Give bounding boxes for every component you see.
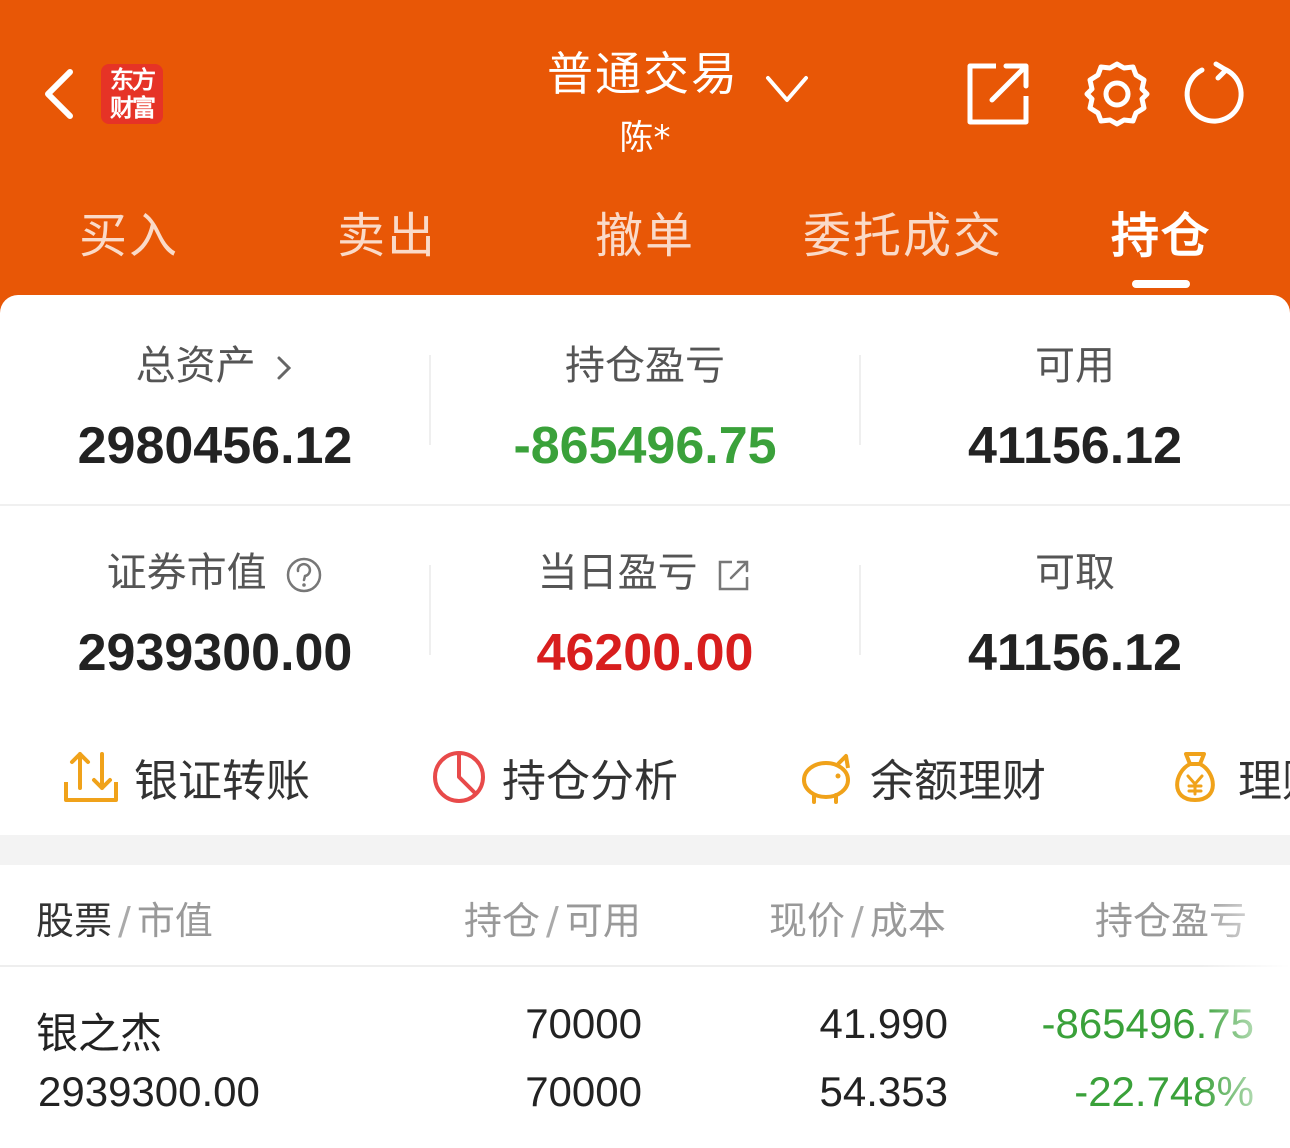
stock-name: 银之杰 — [36, 1009, 163, 1058]
market-value-label: 证券市值 — [106, 550, 267, 596]
market-value-label-row: 证券市值 — [0, 545, 430, 601]
col-header-stock-label: 股票 — [36, 899, 113, 943]
balance-finance-label: 余额理财 — [870, 756, 1046, 807]
tab-positions[interactable]: 持仓 — [1032, 196, 1290, 266]
col-header-cost: 成本 — [869, 899, 946, 943]
divider — [0, 965, 1290, 967]
trade-tabs: 买入 卖出 撤单 委托成交 持仓 — [0, 196, 1290, 266]
stock-price: 41.990 — [819, 1000, 948, 1047]
stock-market-value: 2939300.00 — [38, 1068, 260, 1115]
withdrawable-label: 可取 — [1035, 550, 1115, 596]
chevron-right-icon — [277, 356, 292, 380]
bank-transfer-label: 银证转账 — [134, 756, 310, 807]
tab-sell[interactable]: 卖出 — [258, 196, 516, 266]
tab-orders-trades[interactable]: 委托成交 — [774, 196, 1032, 266]
daily-pl-stat[interactable]: 当日盈亏 46200.00 — [430, 545, 860, 683]
stock-pl: -865496.75 — [1041, 1000, 1254, 1047]
refresh-icon[interactable] — [1176, 58, 1248, 130]
position-pl-label: 持仓盈亏 — [565, 343, 725, 389]
piggy-bank-icon — [802, 754, 850, 804]
daily-pl-label: 当日盈亏 — [537, 550, 698, 596]
col-header-pl: 持仓盈亏 — [1095, 899, 1248, 943]
position-analysis-button[interactable]: 持仓分析 — [430, 745, 678, 809]
pie-chart-icon — [433, 751, 485, 803]
position-analysis-label: 持仓分析 — [502, 756, 678, 807]
market-value-value: 2939300.00 — [77, 624, 353, 682]
total-assets-label-row: 总资产 — [0, 338, 430, 394]
col-header-price-label: 现价 — [769, 899, 846, 943]
money-bag-icon — [1175, 752, 1215, 802]
tab-cancel-order[interactable]: 撤单 — [516, 196, 774, 266]
col-header-available: 可用 — [564, 899, 641, 943]
page-title[interactable]: 普通交易 — [547, 38, 739, 104]
stock-available: 70000 — [525, 1068, 642, 1115]
daily-pl-value: 46200.00 — [536, 624, 754, 682]
withdrawable-value: 41156.12 — [967, 624, 1183, 682]
stock-cost: 54.353 — [819, 1068, 948, 1115]
transfer-icon — [64, 752, 118, 802]
balance-finance-button[interactable]: 余额理财 — [798, 745, 1046, 809]
total-assets-stat[interactable]: 总资产 2980456.12 — [0, 338, 430, 476]
available-stat: 可用 41156.12 — [860, 338, 1290, 476]
market-value-stat: 证券市值 2939300.00 — [0, 545, 430, 683]
section-gap — [0, 835, 1290, 865]
tab-buy[interactable]: 买入 — [0, 196, 258, 266]
position-pl-value: -865496.75 — [513, 417, 777, 475]
col-header-price: 现价 / 成本 — [769, 899, 946, 943]
col-header-position: 持仓 / 可用 — [464, 899, 641, 943]
daily-pl-label-row: 当日盈亏 — [430, 545, 860, 601]
active-tab-indicator — [1132, 280, 1190, 288]
total-assets-value: 2980456.12 — [77, 417, 353, 475]
top-header: 东方 财富 普通交易 陈* 买入 卖出 撤单 委托成交 持仓 — [0, 0, 1290, 320]
dropdown-chevron-icon[interactable] — [762, 68, 812, 108]
share-icon[interactable] — [962, 58, 1034, 130]
available-label: 可用 — [1035, 343, 1115, 389]
col-header-position-label: 持仓 — [464, 899, 541, 943]
divider — [0, 504, 1290, 506]
col-header-stock: 股票 / 市值 — [36, 899, 213, 943]
help-icon[interactable] — [285, 556, 323, 594]
available-value: 41156.12 — [967, 417, 1183, 475]
bank-transfer-button[interactable]: 银证转账 — [62, 745, 310, 809]
total-assets-label: 总资产 — [135, 343, 256, 389]
settings-icon[interactable] — [1081, 58, 1153, 130]
wealth-management-button[interactable]: 理财 — [1166, 745, 1290, 809]
stock-pl-percent: -22.748% — [1074, 1068, 1254, 1115]
stock-position: 70000 — [525, 1000, 642, 1047]
external-link-icon[interactable] — [716, 557, 752, 593]
position-pl-stat: 持仓盈亏 -865496.75 — [430, 338, 860, 476]
col-header-market-value: 市值 — [136, 899, 213, 943]
wealth-management-label: 理财 — [1238, 756, 1290, 807]
withdrawable-stat: 可取 41156.12 — [860, 545, 1290, 683]
